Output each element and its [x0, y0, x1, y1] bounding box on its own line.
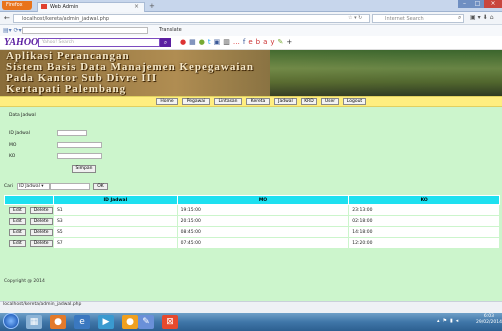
table-row: Edit Delete S1 19:15:00 23:13:00 — [4, 204, 500, 216]
taskbar-clock[interactable]: 6:03 29/02/2014 — [476, 314, 502, 326]
system-tray-icons[interactable]: ▴⚑▮◂ — [437, 318, 461, 324]
cell-ko: 02:18:00 — [348, 215, 500, 227]
edit-button[interactable]: Edit — [9, 206, 26, 214]
banner-line-4: Kertapati Palembang — [6, 83, 127, 95]
delete-button[interactable]: Delete — [29, 217, 53, 225]
yahoo-search-button[interactable]: ⌕ — [160, 38, 171, 47]
search-label: Cari — [4, 184, 13, 189]
cell-mo: 19:15:00 — [176, 204, 350, 216]
delete-button[interactable]: Delete — [29, 228, 53, 236]
table-header-row: ID Jadwal MO KO — [4, 195, 500, 205]
app-taskbar-icon[interactable]: ● — [122, 315, 138, 329]
new-tab-icon[interactable]: + — [149, 3, 155, 10]
addon-input[interactable] — [22, 27, 148, 34]
xampp-taskbar-icon[interactable]: ⊠ — [162, 315, 178, 329]
translate-button[interactable]: Translate — [159, 27, 182, 33]
cell-mo: 08:45:00 — [176, 226, 350, 238]
firefox-menu-button[interactable]: Firefox — [2, 1, 32, 10]
cell-mo: 07:45:00 — [176, 237, 350, 249]
status-url: localhost/kereta/admin_jadwal.php — [3, 302, 82, 307]
addon-icon[interactable]: ▤▾ ⟳▾ — [3, 27, 22, 34]
row-actions: Edit Delete — [4, 204, 54, 216]
header-ko: KO — [348, 195, 500, 205]
id-jadwal-input[interactable] — [57, 130, 87, 136]
maximize-icon[interactable]: □ — [471, 0, 484, 8]
menu-kereta[interactable]: Kereta — [246, 98, 270, 105]
explorer-icon[interactable]: ▦ — [26, 315, 42, 329]
section-title: Data Jadwal — [9, 113, 36, 118]
menu-home[interactable]: Home — [156, 98, 178, 105]
search-field-select[interactable]: ID Jadwal ▾ — [17, 183, 50, 190]
table-row: Edit Delete S5 08:45:00 14:18:00 — [4, 226, 500, 238]
copyright-text: Copyright @ 2014 — [4, 279, 45, 284]
menu-lintasan[interactable]: Lintasan — [214, 98, 242, 105]
delete-button[interactable]: Delete — [29, 206, 53, 214]
menu-jadwal[interactable]: Jadwal — [274, 98, 297, 105]
toolbar-icons[interactable]: ▣▾⬇⌂ — [470, 14, 496, 21]
table-row: Edit Delete S3 20:15:00 02:18:00 — [4, 215, 500, 227]
id-jadwal-label: ID Jadwal — [9, 131, 30, 136]
action-header — [4, 195, 54, 205]
banner-photo — [270, 50, 502, 96]
cell-id: S5 — [52, 226, 178, 238]
search-bar[interactable]: Internet Search — [372, 14, 464, 23]
cell-ko: 14:18:00 — [348, 226, 500, 238]
start-button-icon[interactable] — [3, 313, 19, 329]
search-ok-button[interactable]: OK — [93, 183, 108, 190]
edit-button[interactable]: Edit — [9, 239, 26, 247]
search-input[interactable] — [50, 183, 90, 190]
edit-button[interactable]: Edit — [9, 228, 26, 236]
mo-label: MO — [9, 143, 17, 148]
ie-taskbar-icon[interactable]: e — [74, 315, 90, 329]
notes-taskbar-icon[interactable]: ✎ — [138, 315, 154, 329]
header-mo: MO — [176, 195, 350, 205]
menu-logout[interactable]: Logout — [343, 98, 366, 105]
cell-mo: 20:15:00 — [176, 215, 350, 227]
simpan-button[interactable]: Simpan — [72, 165, 96, 173]
row-actions: Edit Delete — [4, 226, 54, 238]
edit-button[interactable]: Edit — [9, 217, 26, 225]
menu-user[interactable]: User — [321, 98, 339, 105]
cell-ko: 12:20:00 — [348, 237, 500, 249]
row-actions: Edit Delete — [4, 237, 54, 249]
cell-id: S7 — [52, 237, 178, 249]
yahoo-shortcut-icons[interactable]: ●▦●t▣▥…febay✎+ — [180, 38, 295, 46]
browser-tab[interactable]: Web Admin — [37, 2, 145, 12]
menu-pegawai[interactable]: Pegawai — [182, 98, 210, 105]
mo-input[interactable] — [57, 142, 102, 148]
firefox-taskbar-icon[interactable]: ● — [50, 315, 66, 329]
tab-close-icon[interactable]: × — [134, 3, 139, 10]
header-id-jadwal: ID Jadwal — [52, 195, 178, 205]
cell-ko: 23:13:00 — [348, 204, 500, 216]
window-controls: – □ × — [458, 0, 502, 8]
jadwal-table: ID Jadwal MO KO Edit Delete S1 19:15:00 2… — [4, 195, 500, 249]
ko-input[interactable] — [57, 153, 102, 159]
yahoo-logo[interactable]: YAHOO! — [4, 37, 42, 48]
close-window-icon[interactable]: × — [484, 0, 502, 8]
delete-button[interactable]: Delete — [29, 239, 53, 247]
minimize-icon[interactable]: – — [458, 0, 471, 8]
row-actions: Edit Delete — [4, 215, 54, 227]
menu-krd[interactable]: KRD — [301, 98, 317, 105]
tab-favicon-icon — [41, 4, 47, 9]
reload-icon[interactable]: ☆ ▾ ↻ — [348, 15, 362, 21]
back-arrow-icon[interactable]: ← — [4, 14, 10, 22]
cell-id: S3 — [52, 215, 178, 227]
media-taskbar-icon[interactable]: ▶ — [98, 315, 114, 329]
search-icon[interactable]: ⌕ — [458, 14, 461, 22]
url-bar[interactable]: localhost/kereta/admin_jadwal.php — [13, 14, 370, 23]
yahoo-search-input[interactable]: Yahoo! Search — [38, 38, 160, 47]
table-row: Edit Delete S7 07:45:00 12:20:00 — [4, 237, 500, 249]
ko-label: KO — [9, 154, 16, 159]
cell-id: S1 — [52, 204, 178, 216]
